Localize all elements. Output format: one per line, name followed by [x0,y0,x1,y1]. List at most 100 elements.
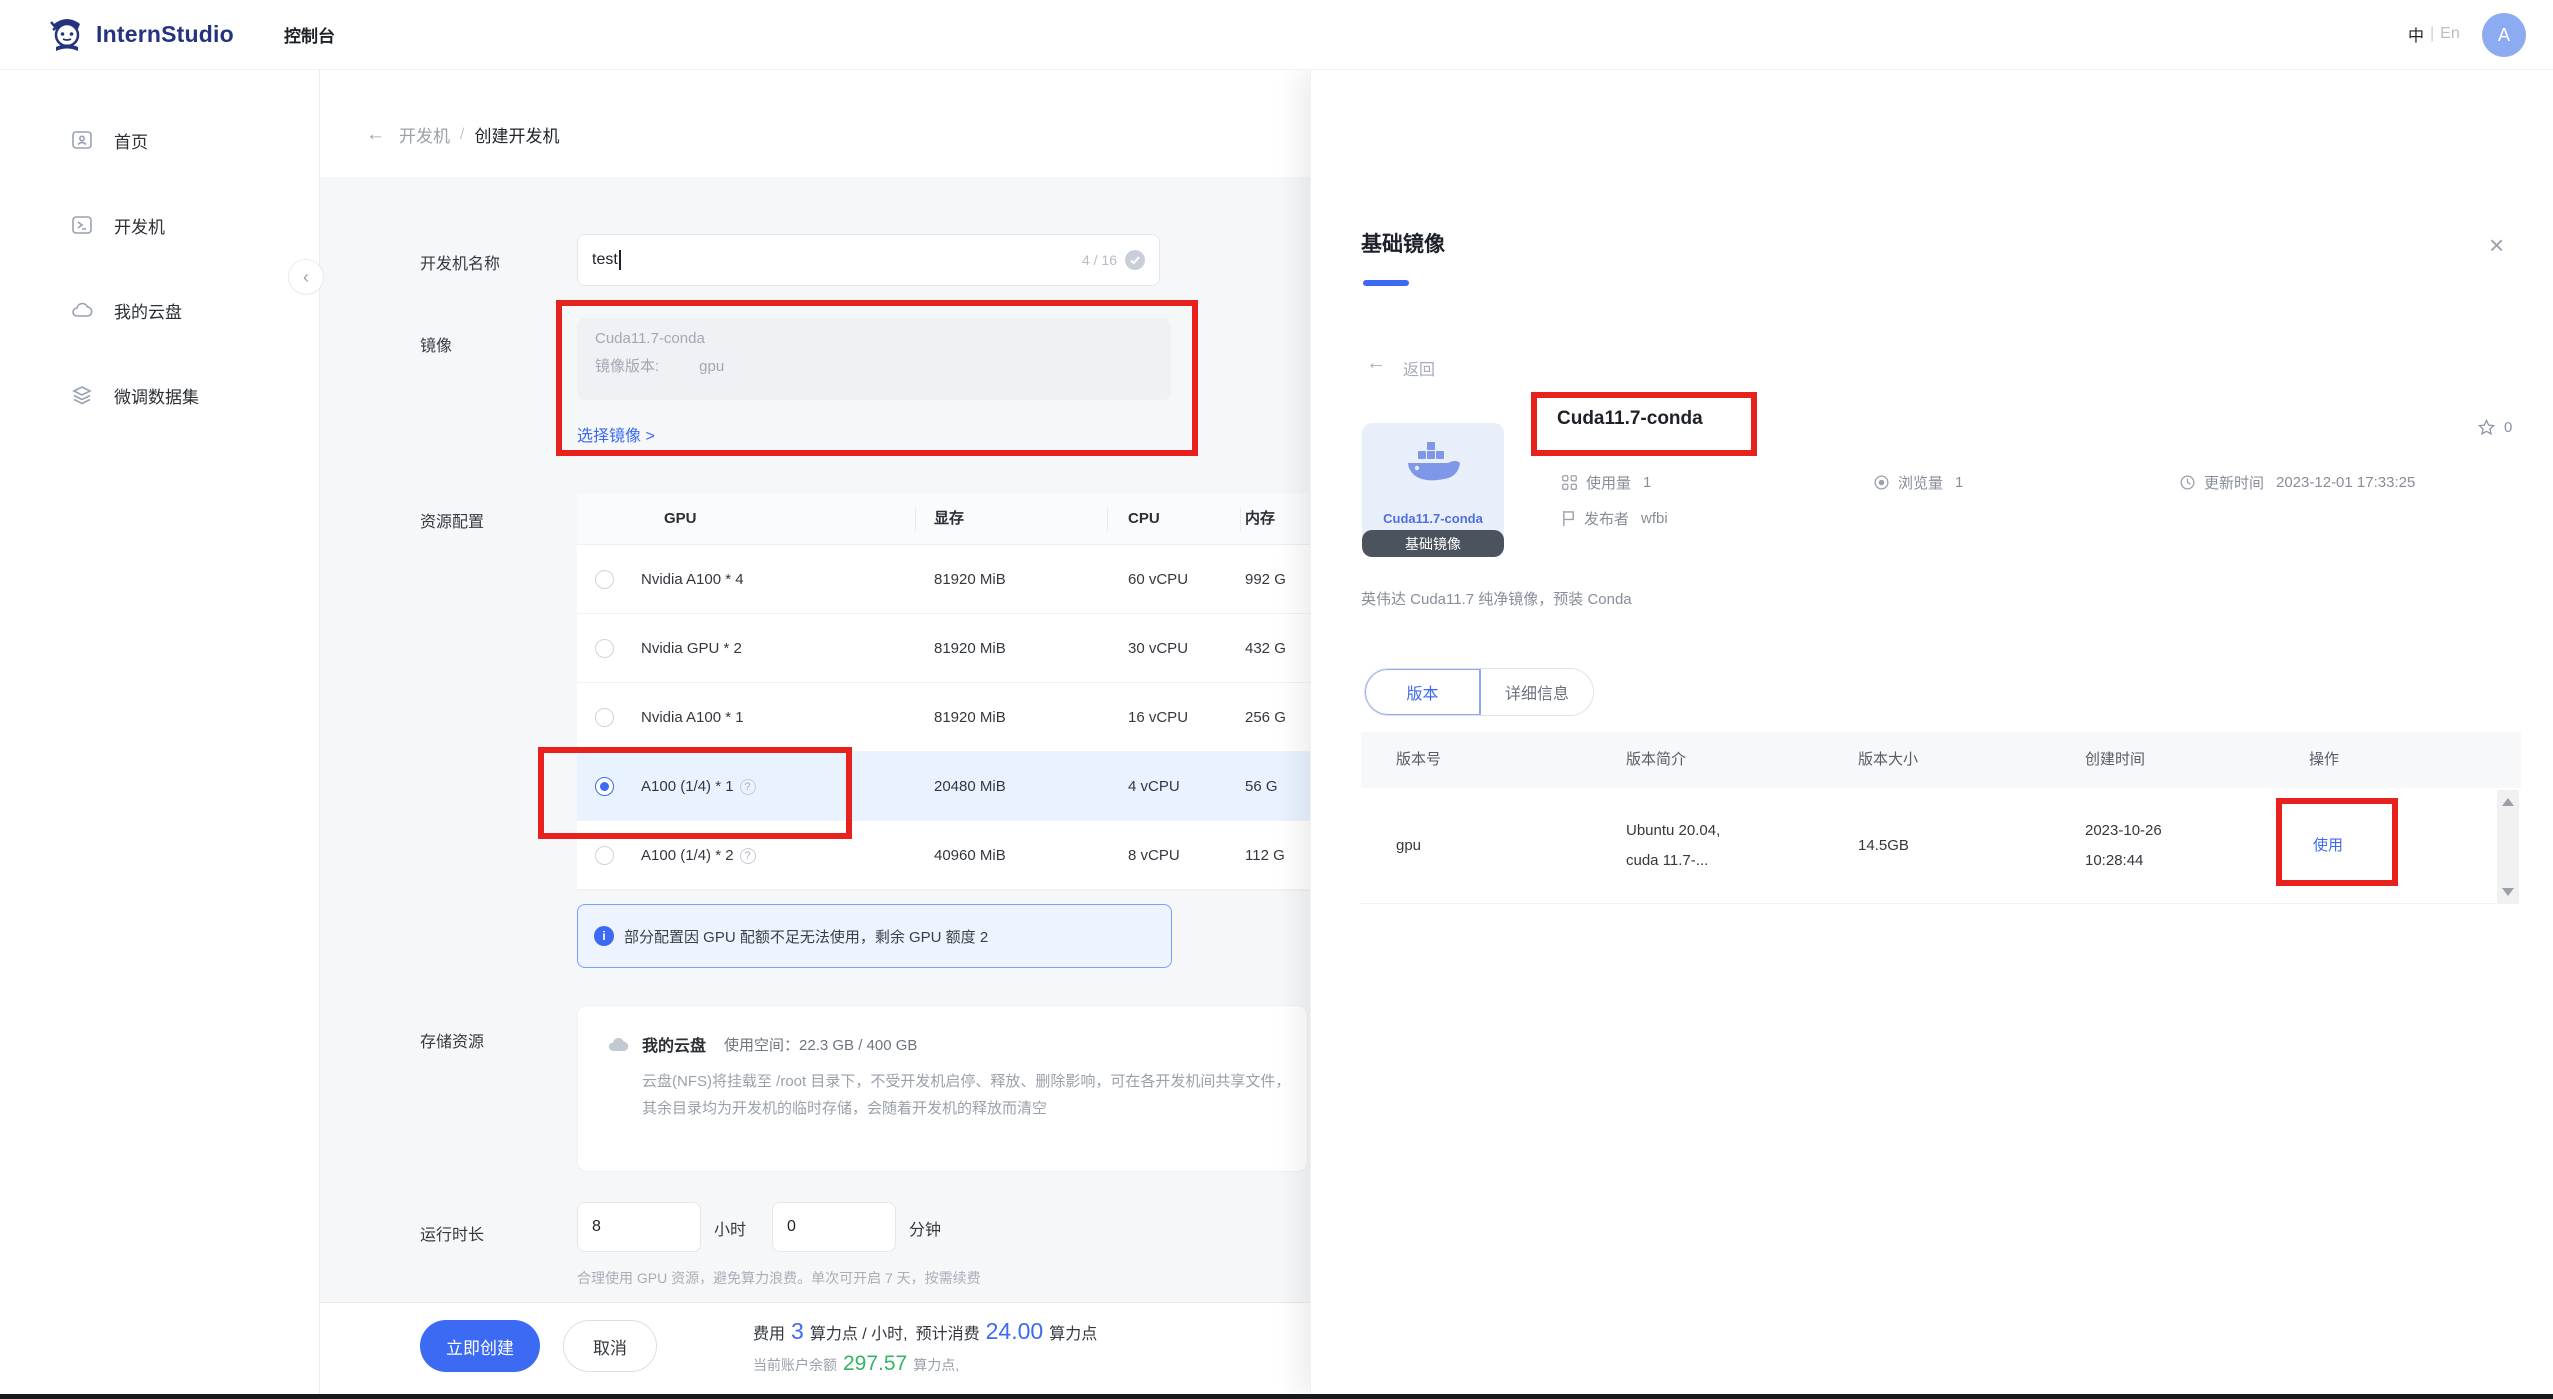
storage-label: 存储资源 [420,1028,484,1052]
gpu-radio[interactable] [595,639,614,658]
language-switcher[interactable]: 中 | En [2408,22,2460,46]
star-count: 0 [2504,419,2512,436]
balance-summary: 当前账户余额 297.57 算力点, [753,1352,959,1376]
balance-label: 当前账户余额 [753,1355,837,1375]
version-size: 14.5GB [1858,788,1909,904]
avatar[interactable]: A [2482,13,2526,57]
selected-image-box: Cuda11.7-conda 镜像版本:gpu [577,318,1171,400]
updated-value: 2023-12-01 17:33:25 [2276,474,2415,491]
image-version-value: gpu [699,358,724,375]
terminal-icon [70,213,94,237]
runtime-hint: 合理使用 GPU 资源，避免算力浪费。单次可开启 7 天，按需续费 [577,1268,981,1288]
drawer-title: 基础镜像 [1361,228,1445,258]
drawer-back-icon[interactable]: ← [1366,352,1386,375]
gpu-vram: 81920 MiB [934,545,1006,614]
scroll-up-arrow[interactable] [2502,798,2514,806]
text-caret [619,250,621,270]
sidebar-item-label: 首页 [114,128,148,153]
breadcrumb-separator: / [460,126,464,144]
tab-details[interactable]: 详细信息 [1481,669,1593,715]
column-divider [1107,507,1108,531]
version-number: gpu [1396,788,1421,904]
gpu-option-row[interactable]: A100 (1/4) * 2? 40960 MiB 8 vCPU 112 G [577,821,1330,890]
gpu-name: Nvidia A100 * 1 [641,683,744,752]
cloud-disk-icon [606,1033,630,1055]
bottom-edge-strip [0,1394,2553,1399]
lang-zh[interactable]: 中 [2408,22,2424,46]
use-image-link[interactable]: 使用 [2313,788,2343,904]
choose-image-link[interactable]: 选择镜像 > [577,422,655,446]
column-divider [1240,507,1241,531]
lang-divider: | [2430,25,2434,43]
breadcrumb-back-icon[interactable]: ← [366,124,385,146]
detail-tabs: 版本 详细信息 [1364,668,1594,716]
col-vram: 显存 [934,493,964,545]
col-size: 版本大小 [1858,732,1918,788]
runtime-hours-unit: 小时 [714,1216,746,1240]
image-card[interactable]: Cuda11.7-conda 基础镜像 [1362,423,1504,557]
image-title: Cuda11.7-conda [1557,408,1703,430]
runtime-hours-input[interactable]: 8 [577,1202,701,1252]
sidebar-item-clouddisk[interactable]: 我的云盘 [0,282,320,338]
scroll-down-arrow[interactable] [2502,888,2514,896]
home-icon [70,128,94,152]
runtime-minutes-input[interactable]: 0 [772,1202,896,1252]
sidebar-item-dataset[interactable]: 微调数据集 [0,367,320,423]
gpu-radio-selected[interactable] [595,777,614,796]
gpu-vram: 81920 MiB [934,614,1006,683]
tab-versions[interactable]: 版本 [1365,669,1481,715]
runtime-minutes-unit: 分钟 [909,1216,941,1240]
gpu-cpu: 60 vCPU [1128,545,1188,614]
cost-rate-unit: 算力点 / 小时, [810,1320,908,1344]
info-icon: i [594,926,614,946]
sidebar-item-devmachine[interactable]: 开发机 [0,197,320,253]
gpu-name-wrap: A100 (1/4) * 1? [641,752,756,821]
balance-unit: 算力点, [913,1355,959,1375]
cancel-button[interactable]: 取消 [563,1320,657,1372]
cost-estimate: 24.00 [986,1318,1044,1345]
usage-label: 使用量 [1586,472,1631,493]
col-mem: 内存 [1245,493,1275,545]
gpu-option-row-selected[interactable]: A100 (1/4) * 1? 20480 MiB 4 vCPU 56 G [577,752,1330,821]
col-created: 创建时间 [2085,732,2145,788]
devbox-name-label: 开发机名称 [420,250,500,274]
col-version: 版本号 [1396,732,1441,788]
cost-prefix: 费用 [753,1320,785,1344]
gpu-cpu: 30 vCPU [1128,614,1188,683]
create-button[interactable]: 立即创建 [420,1320,540,1372]
resource-config-label: 资源配置 [420,508,484,532]
gpu-name: A100 (1/4) * 2 [641,847,734,864]
gpu-radio[interactable] [595,846,614,865]
runtime-label: 运行时长 [420,1221,484,1245]
gpu-name: A100 (1/4) * 1 [641,778,734,795]
help-icon[interactable]: ? [740,779,756,795]
lang-en[interactable]: En [2440,25,2460,43]
gpu-option-row[interactable]: Nvidia A100 * 1 81920 MiB 16 vCPU 256 G [577,683,1330,752]
image-card-badge: 基础镜像 [1362,530,1504,557]
close-icon[interactable]: × [2489,230,2504,261]
devbox-name-value: test [592,251,618,269]
star-counter[interactable]: 0 [2477,418,2512,437]
publisher-label: 发布者 [1584,508,1629,529]
help-icon[interactable]: ? [740,848,756,864]
breadcrumb: ← 开发机 / 创建开发机 [366,122,559,147]
views-label: 浏览量 [1898,472,1943,493]
sidebar-collapse-button[interactable]: ‹ [288,259,324,295]
sidebar-item-home[interactable]: 首页 [0,112,320,168]
gpu-radio[interactable] [595,570,614,589]
cost-estimate-label: 预计消费 [916,1320,980,1344]
gpu-option-row[interactable]: Nvidia A100 * 4 81920 MiB 60 vCPU 992 G [577,545,1330,614]
table-scrollbar[interactable] [2497,790,2519,904]
nav-console[interactable]: 控制台 [284,22,335,47]
gpu-option-row[interactable]: Nvidia GPU * 2 81920 MiB 30 vCPU 432 G [577,614,1330,683]
title-accent-bar [1363,280,1409,286]
views-icon [1873,474,1890,491]
drawer-back-label[interactable]: 返回 [1403,356,1435,380]
gpu-radio[interactable] [595,708,614,727]
breadcrumb-parent[interactable]: 开发机 [399,122,450,147]
devbox-name-input[interactable]: test 4 / 16 [577,234,1160,286]
storage-card: 我的云盘 使用空间：22.3 GB / 400 GB 云盘(NFS)将挂载至 /… [577,1005,1308,1172]
usage-stat: 使用量 1 [1561,472,1651,493]
version-intro-line1: Ubuntu 20.04, [1626,820,1720,842]
gpu-name: Nvidia A100 * 4 [641,545,744,614]
